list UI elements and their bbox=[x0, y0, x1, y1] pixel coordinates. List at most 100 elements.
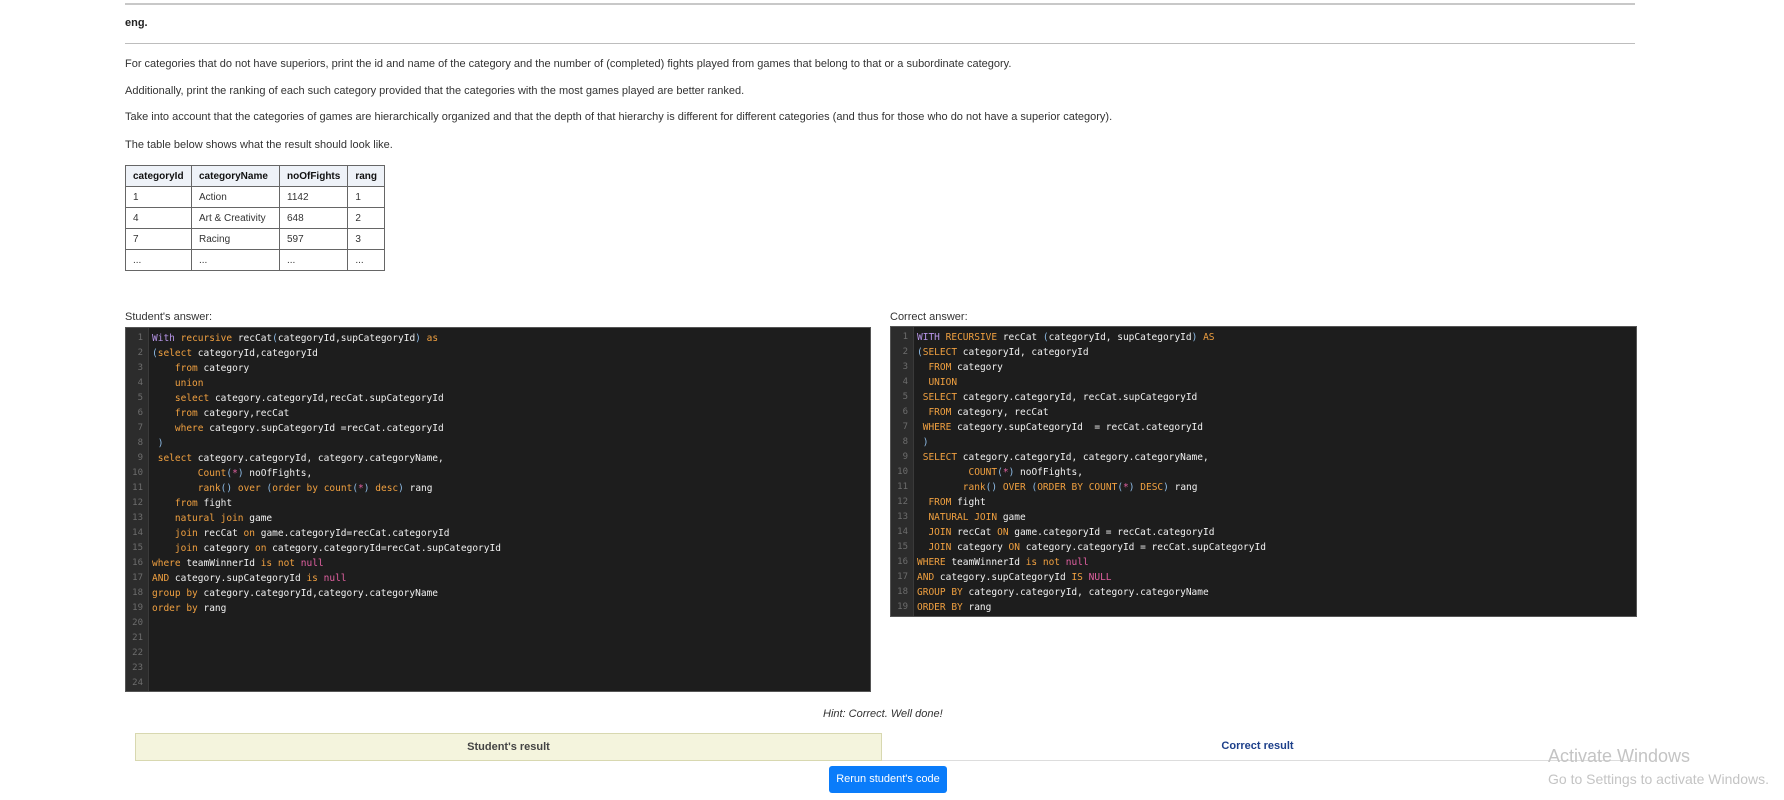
line-number: 24 bbox=[132, 678, 143, 688]
code-text: FROM category bbox=[928, 362, 1003, 373]
code-line: 9 SELECT category.categoryId, category.c… bbox=[891, 450, 1636, 465]
line-number: 16 bbox=[132, 558, 143, 568]
code-text: UNION bbox=[928, 377, 958, 388]
code-line: 13 NATURAL JOIN game bbox=[891, 510, 1636, 525]
table-cell: ... bbox=[191, 249, 280, 271]
code-line: 16 WHERE teamWinnerId is not null bbox=[891, 555, 1636, 570]
line-number: 1 bbox=[902, 332, 908, 342]
line-number: 3 bbox=[137, 363, 143, 373]
line-number: 12 bbox=[897, 497, 908, 507]
line-number: 19 bbox=[132, 603, 143, 613]
code-line: 8 ) bbox=[126, 436, 870, 451]
line-number: 17 bbox=[897, 572, 908, 582]
line-number: 19 bbox=[897, 602, 908, 612]
task-paragraph-1: For categories that do not have superior… bbox=[125, 58, 1012, 70]
line-number: 5 bbox=[902, 392, 908, 402]
code-text: (SELECT categoryId, categoryId bbox=[917, 347, 1089, 358]
line-number: 20 bbox=[132, 618, 143, 628]
correct-code-editor[interactable]: 1 WITH RECURSIVE recCat (categoryId, supC… bbox=[890, 326, 1637, 617]
code-line: 6 FROM category, recCat bbox=[891, 405, 1636, 420]
code-line: 12 FROM fight bbox=[891, 495, 1636, 510]
code-line: 3 from category bbox=[126, 361, 870, 376]
code-line: 21 bbox=[126, 631, 870, 646]
code-text: Count(*) noOfFights, bbox=[197, 468, 313, 479]
line-number: 10 bbox=[132, 468, 143, 478]
code-text: ) bbox=[922, 437, 929, 448]
code-text: COUNT(*) noOfFights, bbox=[968, 467, 1083, 478]
rerun-button[interactable]: Rerun student's code bbox=[829, 766, 947, 793]
line-number: 13 bbox=[897, 512, 908, 522]
code-text: natural join game bbox=[174, 513, 273, 524]
line-number: 9 bbox=[902, 452, 908, 462]
line-number: 17 bbox=[132, 573, 143, 583]
tab-student-result[interactable]: Student's result bbox=[135, 733, 882, 761]
table-row: 7 Racing 597 3 bbox=[125, 228, 385, 250]
line-number: 11 bbox=[897, 482, 908, 492]
line-number: 22 bbox=[132, 648, 143, 658]
code-text: WITH RECURSIVE recCat (categoryId, supCa… bbox=[917, 332, 1215, 343]
table-row: 4 Art & Creativity 648 2 bbox=[125, 207, 385, 229]
code-text: from category bbox=[174, 363, 250, 374]
code-line: 11 rank() over (order by count(*) desc) … bbox=[126, 481, 870, 496]
top-divider bbox=[125, 3, 1635, 5]
code-text: FROM fight bbox=[928, 497, 986, 508]
code-line: 9 select category.categoryId, category.c… bbox=[126, 451, 870, 466]
result-tabs: Student's result Correct result bbox=[135, 733, 1635, 761]
hint-text: Hint: Correct. Well done! bbox=[823, 708, 943, 720]
line-number: 15 bbox=[132, 543, 143, 553]
line-number: 7 bbox=[902, 422, 908, 432]
code-line: 4 union bbox=[126, 376, 870, 391]
code-line: 14 join recCat on game.categoryId=recCat… bbox=[126, 526, 870, 541]
section-divider bbox=[125, 43, 1635, 44]
code-line: 10 Count(*) noOfFights, bbox=[126, 466, 870, 481]
table-cell: 2 bbox=[347, 207, 385, 229]
table-cell: Art & Creativity bbox=[191, 207, 280, 229]
code-line: 7 WHERE category.supCategoryId = recCat.… bbox=[891, 420, 1636, 435]
code-text: where teamWinnerId is not null bbox=[152, 558, 324, 569]
code-text: With recursive recCat(categoryId,supCate… bbox=[152, 333, 439, 344]
table-row: ... ... ... ... bbox=[125, 249, 385, 271]
code-line: 22 bbox=[126, 646, 870, 661]
code-text: select category.categoryId,recCat.supCat… bbox=[174, 393, 444, 404]
code-text: JOIN recCat ON game.categoryId = recCat.… bbox=[928, 527, 1215, 538]
line-number: 11 bbox=[132, 483, 143, 493]
table-cell: 1 bbox=[125, 186, 192, 208]
line-number: 6 bbox=[902, 407, 908, 417]
table-cell: ... bbox=[125, 249, 192, 271]
line-number: 13 bbox=[132, 513, 143, 523]
code-line: 4 UNION bbox=[891, 375, 1636, 390]
table-cell: 648 bbox=[278, 207, 349, 229]
code-line: 5 select category.categoryId,recCat.supC… bbox=[126, 391, 870, 406]
line-number: 8 bbox=[902, 437, 908, 447]
table-cell: Racing bbox=[191, 228, 280, 250]
code-text: WHERE teamWinnerId is not null bbox=[917, 557, 1089, 568]
line-number: 3 bbox=[902, 362, 908, 372]
code-line: 1 WITH RECURSIVE recCat (categoryId, supC… bbox=[891, 330, 1636, 345]
student-code-editor[interactable]: 1 With recursive recCat(categoryId,supCat… bbox=[125, 327, 871, 692]
line-number: 21 bbox=[132, 633, 143, 643]
line-number: 18 bbox=[897, 587, 908, 597]
table-cell: ... bbox=[278, 249, 349, 271]
line-number: 10 bbox=[897, 467, 908, 477]
code-line: 18 group by category.categoryId,category.… bbox=[126, 586, 870, 601]
line-number: 6 bbox=[137, 408, 143, 418]
task-paragraph-3: Take into account that the categories of… bbox=[125, 111, 1113, 123]
line-number: 14 bbox=[897, 527, 908, 537]
code-line: 3 FROM category bbox=[891, 360, 1636, 375]
tab-correct-result[interactable]: Correct result bbox=[880, 733, 1635, 759]
table-cell: 3 bbox=[347, 228, 385, 250]
task-paragraph-4: The table below shows what the result sh… bbox=[125, 139, 393, 151]
line-number: 4 bbox=[902, 377, 908, 387]
code-line: 2 (SELECT categoryId, categoryId bbox=[891, 345, 1636, 360]
code-line: 17 AND category.supCategoryId IS NULL bbox=[891, 570, 1636, 585]
code-line: 23 bbox=[126, 661, 870, 676]
student-answer-label: Student's answer: bbox=[125, 311, 213, 323]
line-number: 7 bbox=[137, 423, 143, 433]
column-header: rang bbox=[347, 165, 385, 187]
line-number: 2 bbox=[902, 347, 908, 357]
code-line: 24 bbox=[126, 676, 870, 691]
line-number: 8 bbox=[137, 438, 143, 448]
code-text: union bbox=[174, 378, 204, 389]
code-text: AND category.supCategoryId is null bbox=[152, 573, 347, 584]
code-line: 10 COUNT(*) noOfFights, bbox=[891, 465, 1636, 480]
